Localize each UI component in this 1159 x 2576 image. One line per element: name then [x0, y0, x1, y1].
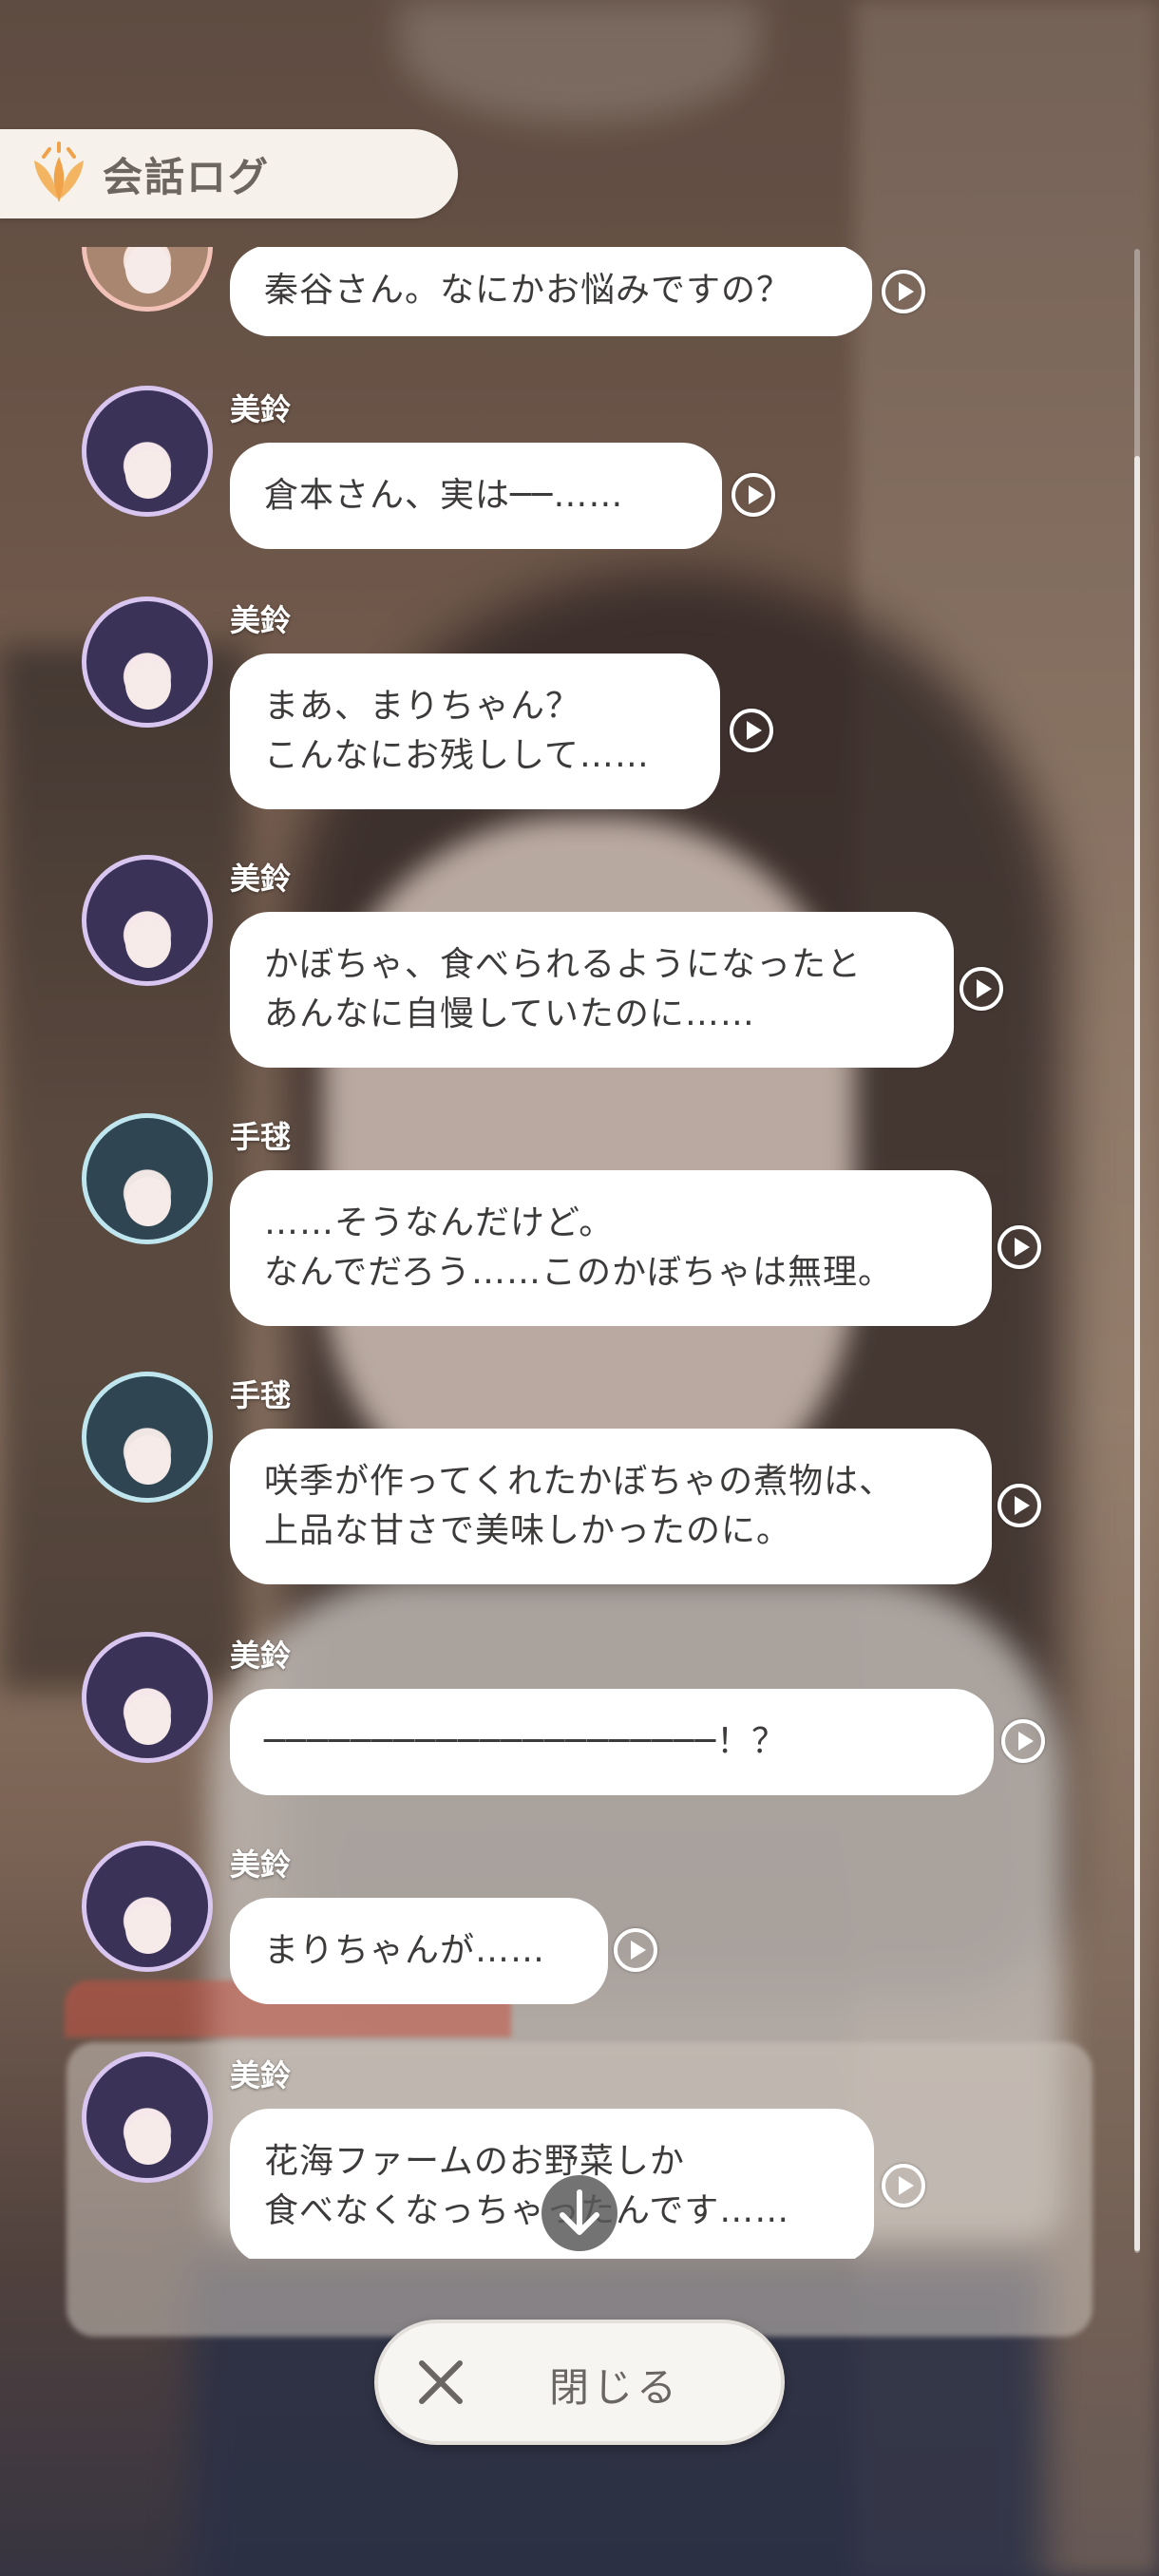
dialogue-bubble: ─────────────────────！？	[230, 1689, 994, 1795]
play-voice-icon[interactable]	[882, 270, 925, 313]
play-voice-icon[interactable]	[730, 709, 773, 752]
avatar	[82, 1632, 213, 1763]
close-icon	[419, 2360, 463, 2404]
speaker-name: 美鈴	[230, 391, 292, 427]
dialogue-line: あんなに自慢していたのに……	[264, 994, 755, 1033]
speaker-name: 美鈴	[230, 602, 292, 638]
avatar	[82, 1113, 213, 1244]
avatar	[82, 247, 213, 312]
play-voice-icon[interactable]	[732, 473, 775, 517]
leaf-logo-icon	[34, 142, 84, 202]
play-voice-icon[interactable]	[1001, 1719, 1045, 1763]
dialogue-line: こんなにお残しして……	[264, 736, 650, 775]
close-button-label: 閉じる	[549, 2364, 681, 2411]
dialogue-bubble: まりちゃんが……	[230, 1898, 608, 2004]
conversation-log[interactable]: 秦谷さん。なにかお悩みですの？ 美鈴 倉本さん、実は──…… 美鈴 まあ、まりち…	[0, 247, 1159, 2259]
play-voice-icon[interactable]	[882, 2164, 925, 2207]
dialogue-bubble: ……そうなんだけど。 なんでだろう……このかぼちゃは無理。	[230, 1170, 992, 1326]
dialogue-line: 倉本さん、実は──……	[264, 476, 624, 515]
speaker-name: 美鈴	[230, 1847, 292, 1883]
dialogue-line: 咲季が作ってくれたかぼちゃの煮物は、	[264, 1462, 895, 1501]
dialogue-line: かぼちゃ、食べられるようになったと	[264, 945, 863, 984]
dialogue-bubble: まあ、まりちゃん？ こんなにお残しして……	[230, 653, 720, 809]
dialogue-line: ─────────────────────！？	[264, 1722, 788, 1761]
dialogue-line: 上品な甘さで美味しかったのに。	[264, 1511, 792, 1550]
dialogue-bubble: 咲季が作ってくれたかぼちゃの煮物は、 上品な甘さで美味しかったのに。	[230, 1429, 992, 1584]
avatar	[82, 386, 213, 517]
speaker-name: 美鈴	[230, 861, 292, 897]
speaker-name: 美鈴	[230, 1638, 292, 1674]
avatar	[82, 855, 213, 986]
scroll-to-bottom-button[interactable]	[542, 2175, 618, 2251]
dialogue-line: 秦谷さん。なにかお悩みですの？	[264, 271, 792, 310]
log-header: 会話ログ	[0, 129, 458, 218]
dialogue-line: なんでだろう……このかぼちゃは無理。	[264, 1253, 894, 1292]
play-voice-icon[interactable]	[998, 1225, 1041, 1269]
dialogue-bubble: 秦谷さん。なにかお悩みですの？	[230, 247, 872, 336]
arrow-down-icon	[560, 2189, 599, 2235]
scrollbar-thumb[interactable]	[1134, 456, 1140, 2251]
dialogue-line: 花海ファームのお野菜しか	[264, 2142, 685, 2181]
play-voice-icon[interactable]	[614, 1928, 657, 1972]
close-button[interactable]: 閉じる	[374, 2320, 785, 2445]
avatar	[82, 1372, 213, 1503]
speaker-name: 手毬	[230, 1377, 292, 1413]
avatar	[82, 1841, 213, 1972]
play-voice-icon[interactable]	[960, 967, 1003, 1011]
dialogue-line: まあ、まりちゃん？	[264, 687, 581, 726]
log-title: 会話ログ	[103, 153, 271, 200]
dialogue-line: まりちゃんが……	[264, 1931, 546, 1970]
dialogue-bubble: かぼちゃ、食べられるようになったと あんなに自慢していたのに……	[230, 912, 954, 1068]
avatar	[82, 2052, 213, 2183]
dialogue-bubble: 倉本さん、実は──……	[230, 443, 722, 549]
play-voice-icon[interactable]	[998, 1484, 1041, 1527]
avatar	[82, 597, 213, 728]
speaker-name: 手毬	[230, 1119, 292, 1155]
dialogue-line: ……そうなんだけど。	[264, 1203, 615, 1242]
speaker-name: 美鈴	[230, 2057, 292, 2093]
